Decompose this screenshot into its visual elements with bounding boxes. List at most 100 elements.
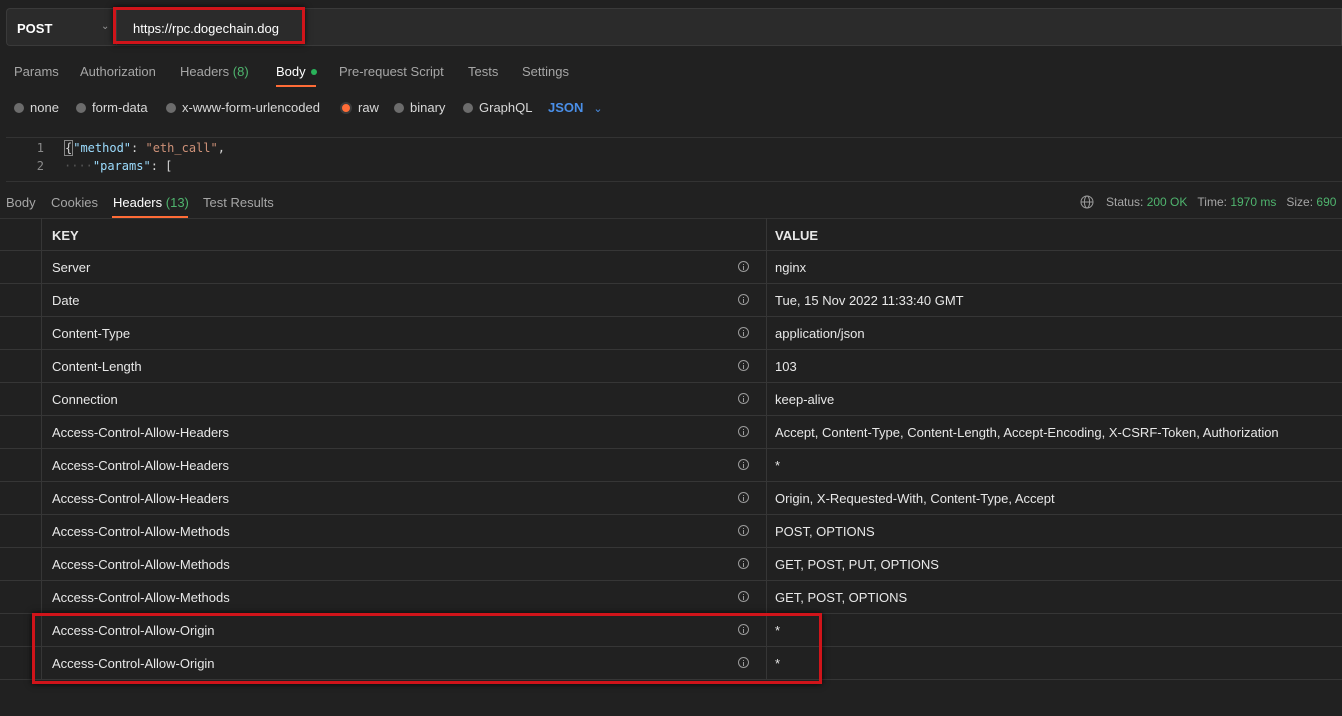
radio-selected-icon [340, 101, 352, 114]
row-gutter [0, 449, 42, 482]
header-value: application/json [775, 326, 865, 341]
status-value: 200 OK [1146, 195, 1188, 209]
header-value: 103 [775, 359, 797, 374]
time-label: Time: [1197, 195, 1227, 209]
row-gutter [0, 284, 42, 317]
size-value[interactable]: 690 [1316, 195, 1336, 209]
header-key: Access-Control-Allow-Headers [52, 458, 229, 473]
row-gutter [0, 218, 42, 251]
tab-headers[interactable]: Headers (8) [180, 64, 249, 79]
tab-headers-label: Headers [180, 64, 230, 79]
tab-pre-request-script[interactable]: Pre-request Script [339, 64, 444, 79]
table-row[interactable]: Access-Control-Allow-Headers Accept, Cont… [0, 416, 1342, 449]
table-row[interactable]: Access-Control-Allow-Methods GET, POST, P… [0, 548, 1342, 581]
row-gutter [0, 251, 42, 284]
radio-label: x-www-form-urlencoded [182, 100, 320, 115]
column-divider [766, 548, 767, 581]
column-divider [766, 317, 767, 350]
method-select[interactable]: POST ⌄ [6, 8, 116, 46]
tab-params[interactable]: Params [14, 64, 59, 79]
row-gutter [0, 515, 42, 548]
radio-form-data[interactable]: form-data [76, 100, 148, 115]
header-value: POST, OPTIONS [775, 524, 875, 539]
table-row[interactable]: Content-Type application/json [0, 317, 1342, 350]
size-label: Size: [1286, 195, 1314, 209]
row-gutter [0, 548, 42, 581]
column-divider [766, 350, 767, 383]
active-tab-indicator [276, 85, 316, 87]
radio-label: form-data [92, 100, 148, 115]
row-gutter [0, 350, 42, 383]
row-gutter [0, 383, 42, 416]
tab-count: (13) [165, 195, 189, 210]
radio-x-www-form-urlencoded[interactable]: x-www-form-urlencoded [166, 100, 320, 115]
info-icon[interactable] [738, 459, 749, 470]
header-key: Access-Control-Allow-Methods [52, 557, 230, 572]
table-row[interactable]: Date Tue, 15 Nov 2022 11:33:40 GMT [0, 284, 1342, 317]
table-row[interactable]: Content-Length 103 [0, 350, 1342, 383]
info-icon[interactable] [738, 261, 749, 272]
header-key: Content-Length [52, 359, 142, 374]
radio-icon [76, 102, 86, 113]
body-format-label: JSON [548, 100, 584, 115]
radio-icon [14, 102, 24, 113]
tab-body[interactable]: Body [276, 64, 317, 79]
radio-label: none [30, 100, 59, 115]
cursor-icon: { [64, 140, 74, 156]
code-value: [ [165, 159, 173, 173]
table-row[interactable]: Access-Control-Allow-Headers * [0, 449, 1342, 482]
info-icon[interactable] [738, 393, 749, 404]
radio-binary[interactable]: binary [394, 100, 445, 115]
column-divider [766, 449, 767, 482]
column-divider [766, 251, 767, 284]
table-row[interactable]: Connection keep-alive [0, 383, 1342, 416]
tab-test-results[interactable]: Test Results [203, 195, 274, 210]
time-value[interactable]: 1970 ms [1230, 195, 1276, 209]
info-icon[interactable] [738, 294, 749, 305]
header-value: GET, POST, OPTIONS [775, 590, 908, 605]
code-editor[interactable]: 1 {"method": "eth_call", 2 ····"params":… [6, 137, 1342, 182]
table-row[interactable]: Access-Control-Allow-Methods GET, POST, O… [0, 581, 1342, 614]
radio-icon [394, 102, 404, 113]
radio-none[interactable]: none [14, 100, 59, 115]
radio-graphql[interactable]: GraphQL [463, 100, 532, 115]
tab-settings[interactable]: Settings [522, 64, 569, 79]
response-status: Status: 200 OK Time: 1970 ms Size: 690 [1080, 195, 1336, 210]
info-icon[interactable] [738, 591, 749, 602]
header-value: * [775, 458, 781, 473]
indent-guide: ···· [64, 159, 93, 173]
info-icon[interactable] [738, 558, 749, 569]
tab-tests[interactable]: Tests [468, 64, 498, 79]
code-colon: : [150, 159, 166, 173]
info-icon[interactable] [738, 525, 749, 536]
body-format-dropdown[interactable]: JSON ⌄ [548, 100, 603, 115]
info-icon[interactable] [738, 492, 749, 503]
response-tab-bar: Body Cookies Headers (13) Test Results S… [0, 186, 1342, 219]
info-icon[interactable] [738, 327, 749, 338]
tab-response-body[interactable]: Body [6, 195, 36, 210]
info-icon[interactable] [738, 360, 749, 371]
code-line: ····"params": [ [64, 159, 172, 173]
header-key: Content-Type [52, 326, 131, 341]
tab-label: Headers [113, 195, 163, 210]
radio-icon [166, 102, 176, 113]
radio-label: binary [410, 100, 446, 115]
tab-authorization[interactable]: Authorization [80, 64, 156, 79]
header-value: GET, POST, PUT, OPTIONS [775, 557, 939, 572]
globe-icon[interactable] [1080, 195, 1094, 209]
line-number: 2 [36, 159, 44, 173]
table-row[interactable]: Access-Control-Allow-Headers Origin, X-Re… [0, 482, 1342, 515]
header-key: Access-Control-Allow-Headers [52, 491, 229, 506]
url-highlight-box [113, 7, 305, 44]
header-key: Access-Control-Allow-Methods [52, 524, 230, 539]
header-key: Server [52, 260, 91, 275]
row-gutter [0, 482, 42, 515]
info-icon[interactable] [738, 426, 749, 437]
radio-label: raw [358, 100, 379, 115]
tab-cookies[interactable]: Cookies [51, 195, 98, 210]
table-row[interactable]: Server nginx [0, 251, 1342, 284]
method-label: POST [17, 21, 53, 36]
table-row[interactable]: Access-Control-Allow-Methods POST, OPTION… [0, 515, 1342, 548]
tab-response-headers[interactable]: Headers (13) [113, 195, 189, 210]
radio-raw[interactable]: raw [340, 100, 379, 115]
